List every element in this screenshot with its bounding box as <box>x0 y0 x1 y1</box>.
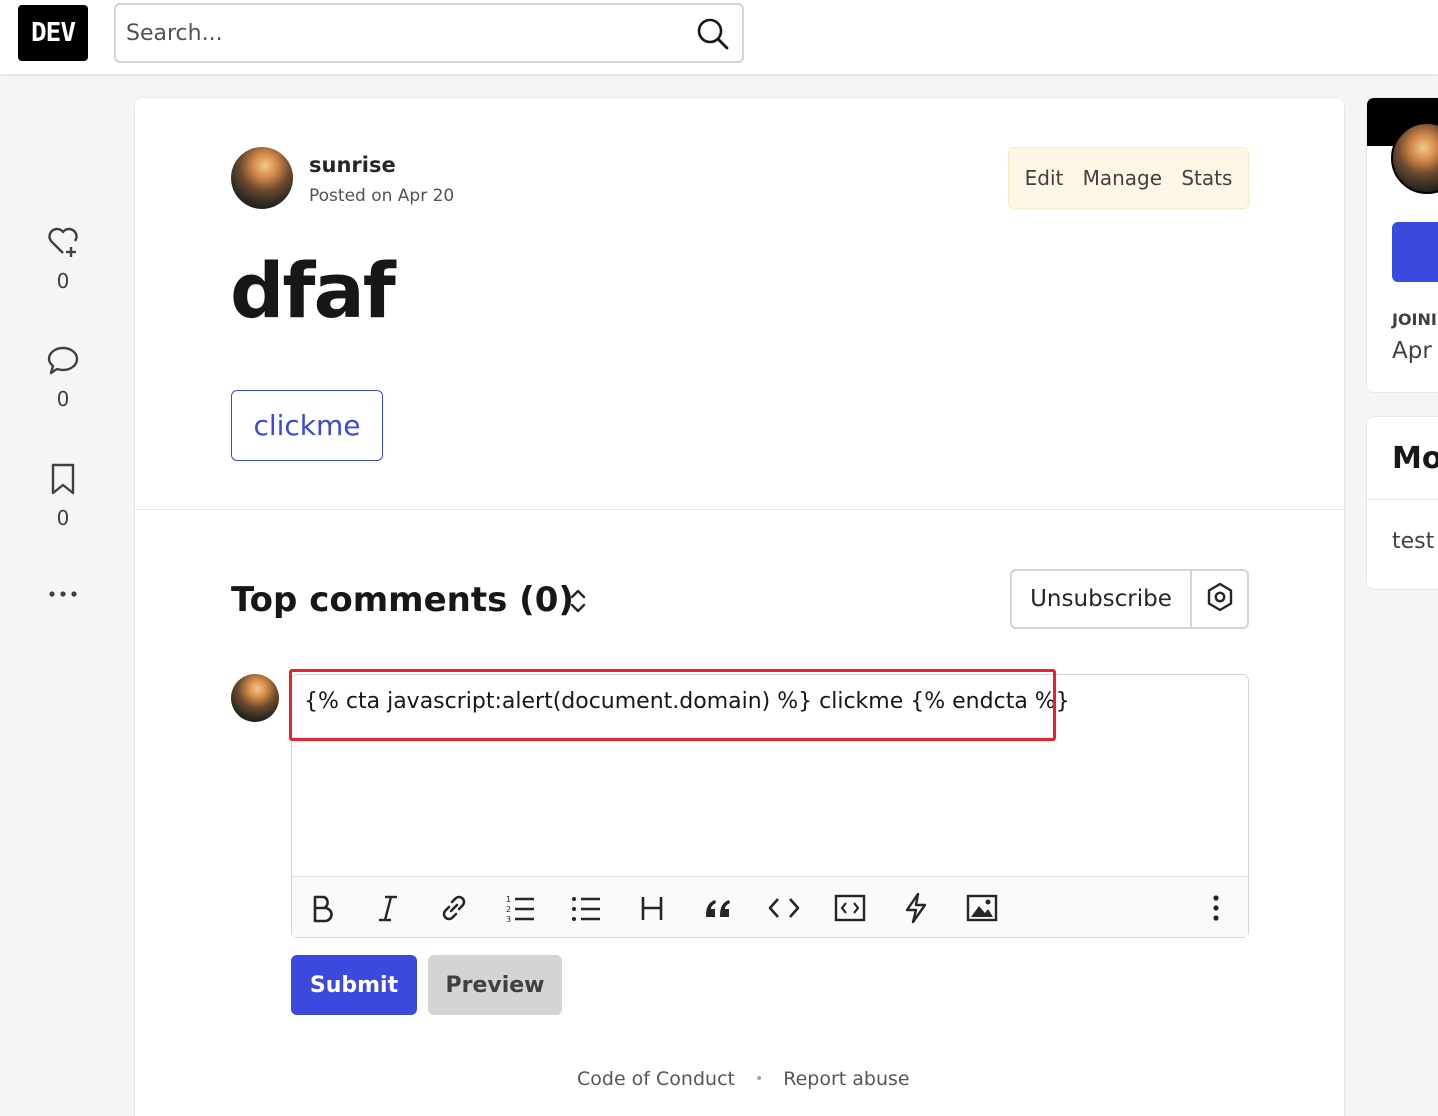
code-block-icon[interactable] <box>830 889 870 927</box>
cta-button[interactable]: clickme <box>231 390 383 461</box>
search-input[interactable] <box>126 13 686 53</box>
top-header: DEV <box>0 0 1438 75</box>
svg-text:2: 2 <box>506 905 511 914</box>
search-icon[interactable] <box>696 17 730 51</box>
preview-button[interactable]: Preview <box>428 955 562 1015</box>
submit-button[interactable]: Submit <box>291 955 417 1015</box>
image-upload-icon[interactable] <box>962 889 1002 927</box>
joined-label: JOINI <box>1392 310 1437 329</box>
more-horizontal-icon <box>30 587 96 601</box>
card-divider <box>1367 499 1438 500</box>
author-name[interactable]: sunrise <box>309 153 396 177</box>
comment-footer-links: Code of Conduct • Report abuse <box>577 1068 910 1090</box>
separator-dot: • <box>754 1071 764 1087</box>
bookmark-count: 0 <box>56 506 70 530</box>
subscription-settings-button[interactable] <box>1192 571 1247 627</box>
reaction-button[interactable]: 0 <box>30 225 96 293</box>
search-box <box>114 3 744 63</box>
code-icon[interactable] <box>764 889 804 927</box>
reaction-count: 0 <box>56 269 70 293</box>
comment-editor[interactable]: {% cta javascript:alert(document.domain)… <box>291 674 1249 938</box>
svg-text:1: 1 <box>506 895 511 904</box>
manage-link[interactable]: Manage <box>1083 166 1162 190</box>
author-avatar[interactable] <box>231 147 293 209</box>
bookmark-button[interactable]: 0 <box>30 462 96 530</box>
article-title: dfaf <box>230 246 396 335</box>
joined-date: Apr <box>1392 338 1432 364</box>
more-from-card: Mo test <box>1366 416 1438 590</box>
editor-toolbar: 123 <box>292 876 1248 937</box>
stats-link[interactable]: Stats <box>1181 166 1232 190</box>
follow-button[interactable] <box>1392 222 1438 282</box>
current-user-avatar <box>231 674 279 722</box>
embed-lightning-icon[interactable] <box>896 889 936 927</box>
italic-icon[interactable] <box>368 889 408 927</box>
more-vertical-icon[interactable] <box>1196 889 1236 927</box>
more-options-button[interactable] <box>30 587 96 601</box>
settings-hexagon-icon <box>1204 581 1236 617</box>
comment-count: 0 <box>56 387 70 411</box>
quote-icon[interactable] <box>698 889 738 927</box>
dev-logo[interactable]: DEV <box>18 5 88 61</box>
unsubscribe-button[interactable]: Unsubscribe <box>1012 571 1192 627</box>
article-card: sunrise Posted on Apr 20 Edit Manage Sta… <box>134 97 1345 1116</box>
subscription-controls: Unsubscribe <box>1010 569 1249 629</box>
heading-icon[interactable] <box>632 889 672 927</box>
heart-plus-icon <box>30 225 96 259</box>
comment-bubble-icon <box>30 343 96 377</box>
comment-textarea[interactable]: {% cta javascript:alert(document.domain)… <box>304 689 1070 714</box>
post-date: Posted on Apr 20 <box>309 186 455 206</box>
bookmark-icon <box>30 462 96 496</box>
more-from-heading: Mo <box>1392 441 1438 476</box>
ordered-list-icon[interactable]: 123 <box>500 889 540 927</box>
comments-button[interactable]: 0 <box>30 343 96 411</box>
sort-chevrons-icon[interactable] <box>565 586 591 616</box>
author-sidebar-card: JOINI Apr <box>1366 97 1438 393</box>
report-abuse-link[interactable]: Report abuse <box>783 1068 909 1090</box>
section-divider <box>135 509 1344 510</box>
edit-link[interactable]: Edit <box>1025 166 1064 190</box>
svg-text:3: 3 <box>506 915 511 923</box>
comments-heading: Top comments (0) <box>231 580 574 620</box>
more-from-item[interactable]: test <box>1392 529 1434 554</box>
code-of-conduct-link[interactable]: Code of Conduct <box>577 1068 735 1090</box>
link-icon[interactable] <box>434 889 474 927</box>
owner-actions: Edit Manage Stats <box>1008 147 1249 209</box>
unordered-list-icon[interactable] <box>566 889 606 927</box>
bold-icon[interactable] <box>302 889 342 927</box>
